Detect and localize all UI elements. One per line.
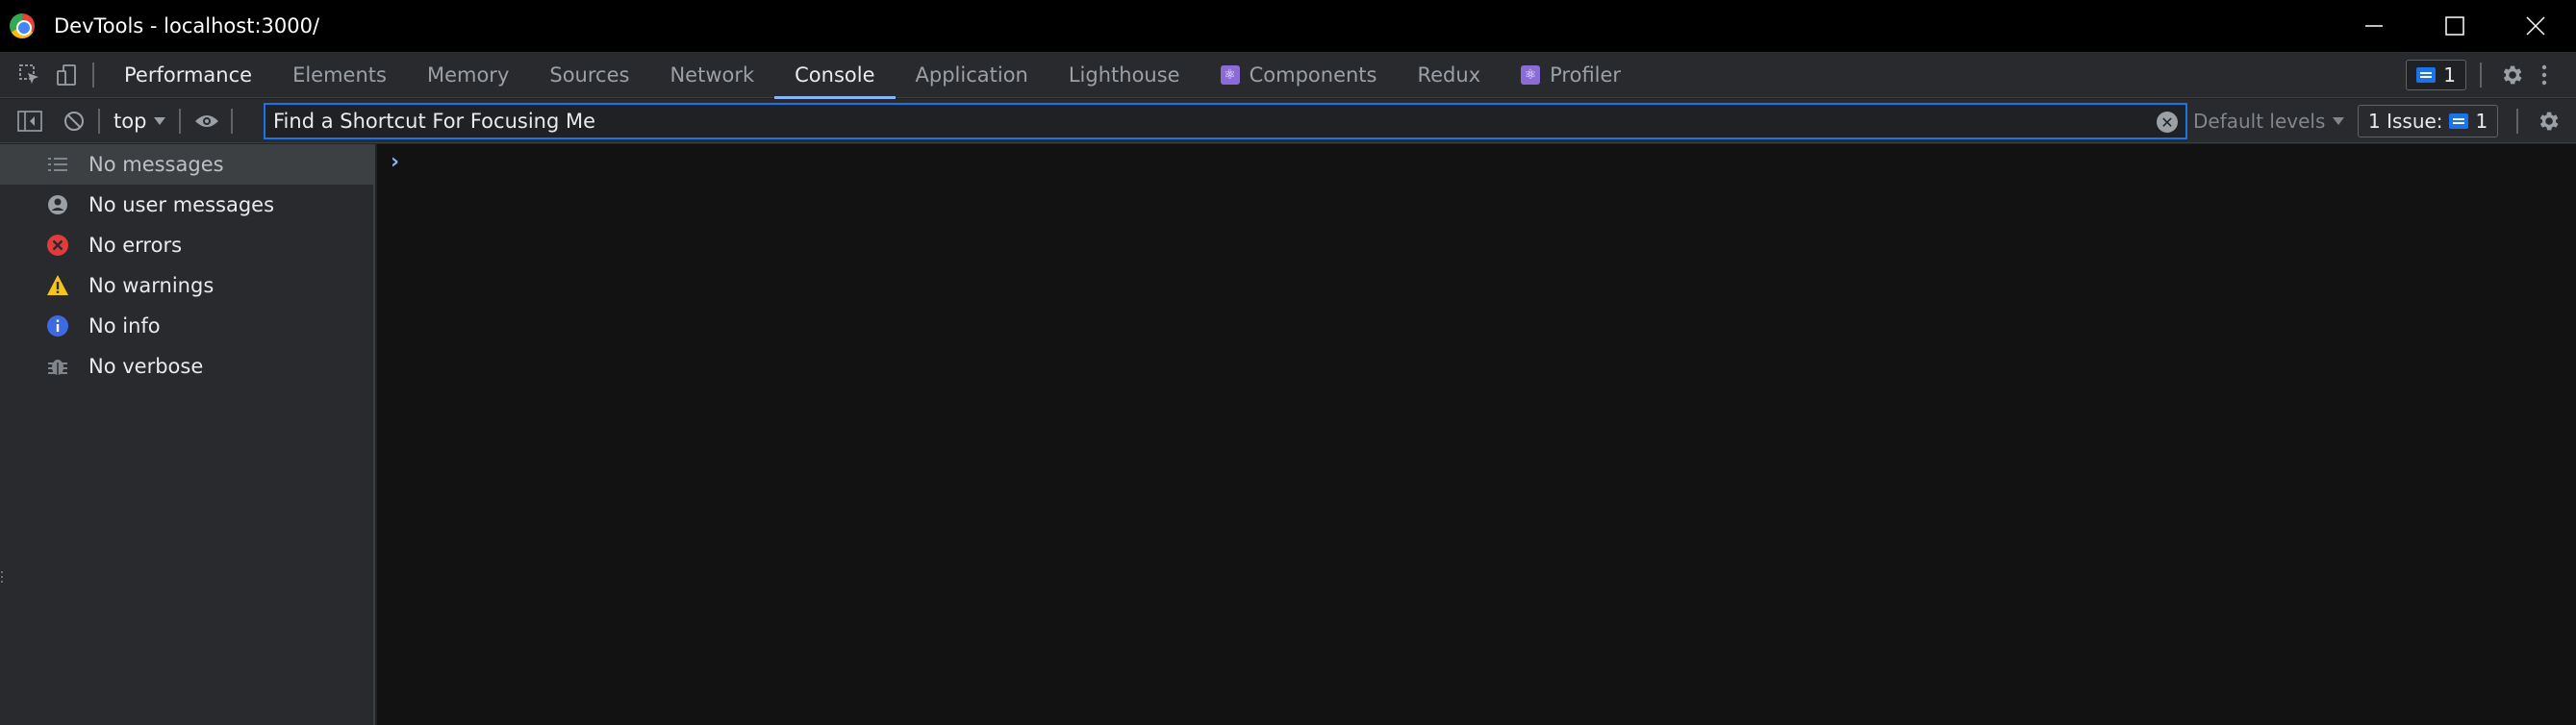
divider: [92, 62, 94, 88]
console-toolbar-right: [2503, 99, 2576, 143]
list-icon: [46, 153, 69, 176]
console-filter-input[interactable]: [273, 110, 2101, 133]
eye-icon: [195, 114, 219, 127]
tab-label: Application: [915, 62, 1028, 87]
maximize-icon: [2445, 16, 2464, 36]
clear-icon: [64, 111, 84, 131]
chevron-down-icon: [154, 116, 166, 125]
console-settings-button[interactable]: [2532, 105, 2564, 138]
info-icon: [46, 314, 69, 338]
close-button[interactable]: [2495, 0, 2576, 52]
resize-handle[interactable]: [0, 569, 4, 585]
window-controls: [2334, 0, 2576, 52]
tab-label: Sources: [549, 62, 630, 87]
tabbar-right-controls: 1: [2406, 52, 2576, 98]
window-title: DevTools - localhost:3000/: [54, 14, 320, 38]
sidebar-item-label: No info: [88, 314, 161, 338]
tab-label: Performance: [124, 62, 253, 87]
console-filter-input-wrapper: ✕: [264, 103, 2187, 139]
tab-label: Profiler: [1550, 62, 1622, 87]
console-prompt-chevron-icon: ›: [391, 150, 400, 174]
sidebar-item-label: No verbose: [88, 355, 204, 378]
sidebar-item-label: No messages: [88, 153, 224, 176]
issues-counter-button[interactable]: 1: [2406, 60, 2466, 90]
minimize-button[interactable]: [2334, 0, 2414, 52]
chrome-icon: [10, 13, 35, 38]
devtools-tab-bar: Performance Elements Memory Sources Netw…: [0, 52, 2576, 99]
sidebar-item-label: No warnings: [88, 274, 215, 297]
tab-label: Network: [669, 62, 755, 87]
toggle-sidebar-button[interactable]: [13, 105, 46, 138]
clear-console-button[interactable]: [58, 105, 90, 138]
divider: [98, 108, 100, 134]
kebab-menu-icon: [2541, 64, 2547, 86]
sidebar-item-label: No user messages: [88, 193, 275, 216]
tab-console[interactable]: Console: [774, 52, 896, 99]
tab-performance[interactable]: Performance: [104, 52, 272, 98]
live-expression-button[interactable]: [190, 105, 223, 138]
tab-label: Elements: [292, 62, 387, 87]
clear-filter-button[interactable]: ✕: [2157, 112, 2178, 133]
tab-sources[interactable]: Sources: [529, 52, 649, 98]
tab-redux[interactable]: Redux: [1397, 52, 1501, 98]
device-icon: [57, 63, 76, 86]
minimize-icon: [2365, 25, 2383, 27]
issues-button[interactable]: 1 Issue: 1: [2358, 105, 2499, 138]
react-icon: ⚛: [1220, 64, 1240, 85]
tab-lighthouse[interactable]: Lighthouse: [1048, 52, 1200, 98]
close-icon: [2526, 16, 2545, 36]
sidebar-item-user-messages[interactable]: No user messages: [0, 185, 373, 225]
close-icon: ✕: [2160, 112, 2174, 132]
tab-label: Console: [795, 62, 875, 87]
tab-elements[interactable]: Elements: [272, 52, 407, 98]
sidebar-toggle-icon: [17, 110, 42, 132]
divider: [2516, 109, 2518, 134]
context-label: top: [114, 109, 147, 133]
user-icon: [46, 193, 69, 216]
message-icon: [2448, 113, 2468, 129]
tab-label: Memory: [426, 62, 510, 87]
sidebar-item-errors[interactable]: No errors: [0, 225, 373, 265]
sidebar-item-label: No errors: [88, 234, 183, 257]
react-icon: ⚛: [1521, 64, 1541, 85]
divider: [179, 108, 182, 134]
inspect-element-button[interactable]: [13, 59, 46, 91]
tab-memory[interactable]: Memory: [407, 52, 529, 98]
warning-icon: [46, 274, 69, 297]
tab-profiler[interactable]: ⚛ Profiler: [1501, 52, 1641, 98]
message-icon: [2416, 67, 2437, 83]
console-sidebar: No messages No user messages No errors N…: [0, 144, 375, 725]
tab-components[interactable]: ⚛ Components: [1200, 52, 1398, 98]
issues-label: 1 Issue:: [2368, 110, 2443, 133]
log-levels-dropdown[interactable]: Default levels: [2193, 99, 2345, 143]
inspect-icon: [19, 63, 38, 84]
sidebar-item-info[interactable]: No info: [0, 306, 373, 346]
sidebar-item-messages[interactable]: No messages: [0, 144, 373, 185]
tab-label: Lighthouse: [1068, 62, 1180, 87]
tab-network[interactable]: Network: [649, 52, 774, 98]
settings-button[interactable]: [2495, 59, 2528, 91]
divider: [2480, 62, 2482, 88]
context-selector[interactable]: top: [114, 109, 166, 133]
sidebar-item-warnings[interactable]: No warnings: [0, 265, 373, 306]
issues-count: 1: [2443, 63, 2456, 87]
tab-label: Components: [1249, 62, 1377, 87]
divider: [231, 108, 234, 134]
error-icon: [46, 234, 69, 257]
device-toolbar-button[interactable]: [50, 59, 83, 91]
tab-application[interactable]: Application: [896, 52, 1048, 98]
issues-count: 1: [2475, 110, 2488, 133]
tab-label: Redux: [1417, 62, 1481, 87]
more-options-button[interactable]: [2528, 59, 2561, 91]
window-title-bar: DevTools - localhost:3000/: [0, 0, 2576, 52]
chevron-down-icon: [2333, 117, 2345, 125]
gear-icon: [2539, 112, 2559, 131]
maximize-button[interactable]: [2414, 0, 2495, 52]
console-output-area[interactable]: ›: [377, 144, 2576, 725]
levels-label: Default levels: [2193, 110, 2326, 133]
bug-icon: [46, 355, 69, 378]
sidebar-item-verbose[interactable]: No verbose: [0, 346, 373, 387]
gear-icon: [2503, 65, 2522, 85]
console-toolbar: top ✕ Default levels 1 Issue: 1: [0, 99, 2576, 143]
